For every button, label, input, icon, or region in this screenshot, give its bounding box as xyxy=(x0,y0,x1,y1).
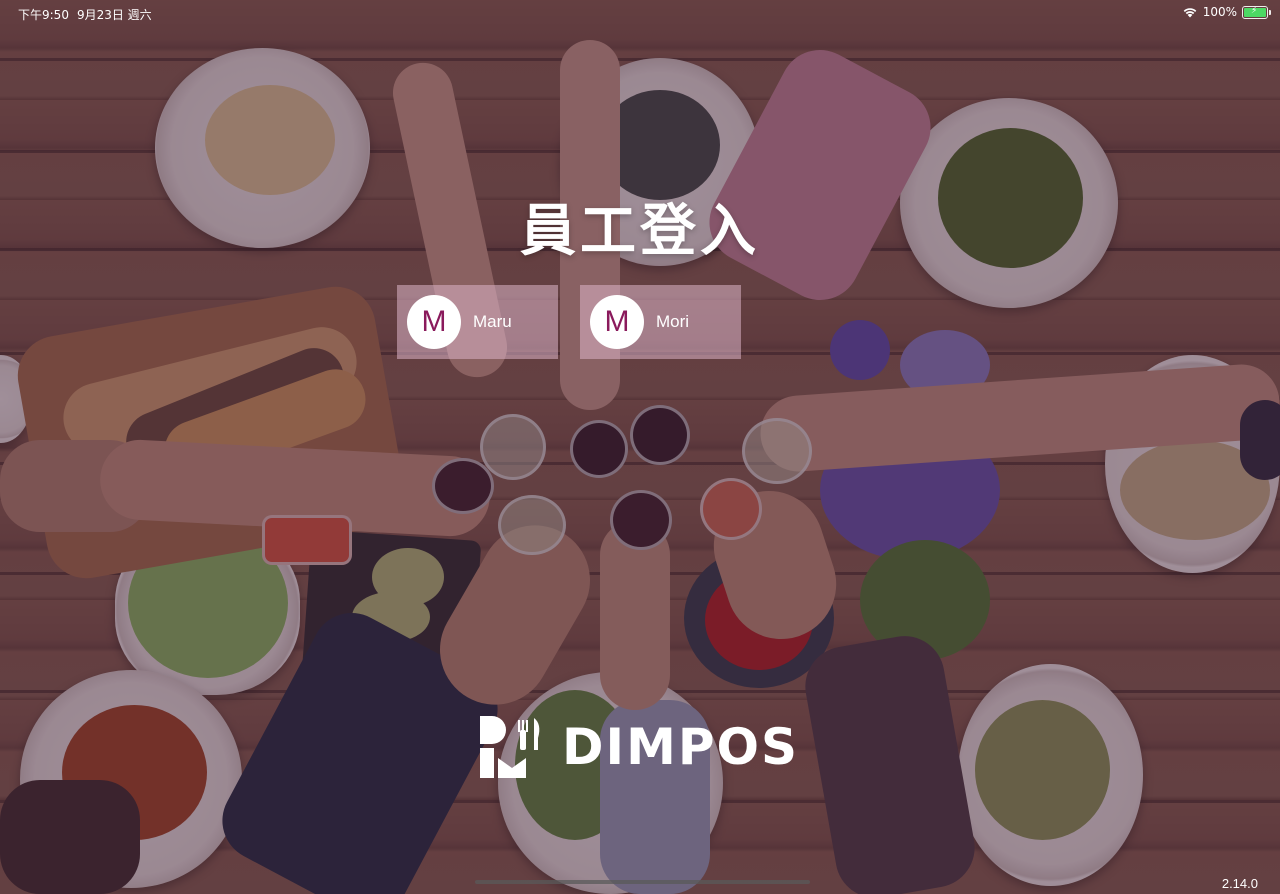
battery-fill: ⚡ xyxy=(1244,6,1266,17)
battery-percent: 100% xyxy=(1202,5,1237,19)
page-title: 員工登入 xyxy=(520,199,760,264)
status-bar: 下午9:50 9月23日 週六 100% ⚡ xyxy=(0,0,1280,26)
wifi-icon xyxy=(1183,8,1196,18)
dimpos-logo: DIMPOS xyxy=(478,714,799,780)
staff-name: Maru xyxy=(473,312,512,331)
status-date: 9月23日 週六 xyxy=(76,8,152,22)
staff-card-maru[interactable]: M Maru xyxy=(397,285,558,359)
dimpos-logo-icon xyxy=(480,716,540,778)
staff-card-mori[interactable]: M Mori xyxy=(580,285,741,359)
avatar: M xyxy=(407,295,461,349)
avatar: M xyxy=(590,295,644,349)
status-time: 下午9:50 xyxy=(18,8,69,22)
battery-icon: ⚡ xyxy=(1242,5,1271,19)
staff-name: Mori xyxy=(656,312,690,331)
home-indicator[interactable] xyxy=(475,880,810,884)
staff-list: M Maru M Mori xyxy=(397,285,741,359)
app-version: 2.14.0 xyxy=(1221,876,1258,891)
logo-text: DIMPOS xyxy=(562,718,800,776)
